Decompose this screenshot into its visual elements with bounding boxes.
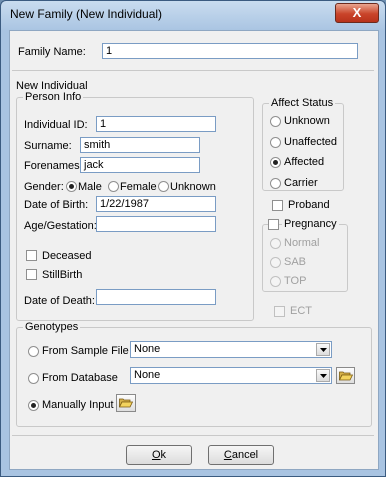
affect-unaffected-label[interactable]: Unaffected	[284, 136, 337, 148]
pregnancy-normal-radio[interactable]	[270, 238, 281, 249]
divider-top	[12, 70, 374, 71]
close-icon[interactable]: X	[353, 5, 362, 20]
individual-id-label: Individual ID:	[24, 119, 88, 131]
folder-open-icon	[339, 371, 353, 381]
gender-female-radio[interactable]	[108, 181, 119, 192]
genotypes-legend: Genotypes	[23, 321, 81, 333]
from-sample-file-radio[interactable]	[28, 346, 39, 357]
sample-file-dropdown[interactable]: None	[130, 341, 332, 358]
affect-affected-label[interactable]: Affected	[284, 156, 324, 168]
forenames-input[interactable]: jack	[80, 157, 200, 173]
stillbirth-checkbox[interactable]	[26, 269, 37, 280]
proband-label[interactable]: Proband	[288, 199, 330, 211]
deceased-checkbox[interactable]	[26, 250, 37, 261]
proband-checkbox[interactable]	[272, 200, 283, 211]
dob-label: Date of Birth:	[24, 199, 89, 211]
title-bar[interactable]: New Family (New Individual) X	[1, 1, 385, 27]
individual-id-input[interactable]: 1	[96, 116, 216, 132]
pregnancy-sab-radio[interactable]	[270, 257, 281, 268]
pregnancy-checkbox[interactable]	[268, 219, 279, 230]
family-name-input[interactable]: 1	[102, 43, 358, 59]
from-sample-file-label[interactable]: From Sample File	[42, 345, 129, 357]
gender-label: Gender:	[24, 181, 64, 193]
family-name-label: Family Name:	[18, 46, 86, 58]
deceased-label[interactable]: Deceased	[42, 250, 92, 262]
sample-file-value: None	[134, 343, 161, 355]
gender-male-label[interactable]: Male	[78, 181, 102, 193]
manual-input-browse-button[interactable]	[116, 394, 136, 412]
surname-input[interactable]: smith	[80, 137, 200, 153]
person-info-legend: Person Info	[23, 91, 84, 103]
ok-accelerator: O	[151, 449, 161, 461]
manually-input-radio[interactable]	[28, 400, 39, 411]
database-dropdown[interactable]: None	[130, 367, 332, 384]
gender-male-radio[interactable]	[66, 181, 77, 192]
window-title: New Family (New Individual)	[10, 7, 163, 21]
folder-open-icon	[119, 398, 133, 408]
pregnancy-top-label[interactable]: TOP	[284, 275, 306, 287]
database-browse-button[interactable]	[336, 367, 355, 384]
pregnancy-normal-label[interactable]: Normal	[284, 237, 319, 249]
cancel-label: ancel	[231, 449, 259, 461]
pregnancy-top-radio[interactable]	[270, 276, 281, 287]
dialog-client-area: Family Name: 1 New Individual Person Inf…	[9, 30, 379, 470]
gender-unknown-radio[interactable]	[158, 181, 169, 192]
ect-label[interactable]: ECT	[290, 305, 312, 317]
forenames-label: Forenames:	[24, 160, 83, 172]
dob-input[interactable]: 1/22/1987	[96, 196, 216, 212]
close-button[interactable]: X	[335, 3, 379, 23]
stillbirth-label[interactable]: StillBirth	[42, 269, 82, 281]
affect-affected-radio[interactable]	[270, 157, 281, 168]
dialog-window: New Family (New Individual) X Family Nam…	[0, 0, 386, 477]
affect-carrier-label[interactable]: Carrier	[284, 177, 318, 189]
cancel-button[interactable]: Cancel	[208, 445, 274, 465]
from-database-radio[interactable]	[28, 373, 39, 384]
gender-unknown-label[interactable]: Unknown	[170, 181, 216, 193]
ok-button[interactable]: Ok	[126, 445, 192, 465]
pregnancy-sab-label[interactable]: SAB	[284, 256, 306, 268]
pregnancy-label[interactable]: Pregnancy	[282, 218, 339, 230]
age-gestation-input[interactable]	[96, 216, 216, 232]
cancel-accelerator: C	[223, 449, 232, 461]
affect-unknown-radio[interactable]	[270, 116, 281, 127]
divider-bottom	[12, 435, 374, 436]
ok-label: k	[160, 449, 167, 461]
date-of-death-input[interactable]	[96, 289, 216, 305]
affect-status-legend: Affect Status	[269, 97, 336, 109]
database-value: None	[134, 369, 161, 381]
chevron-down-icon[interactable]	[316, 343, 330, 356]
date-of-death-label: Date of Death:	[24, 295, 95, 307]
ect-checkbox[interactable]	[274, 306, 285, 317]
affect-unknown-label[interactable]: Unknown	[284, 115, 330, 127]
affect-carrier-radio[interactable]	[270, 178, 281, 189]
from-database-label[interactable]: From Database	[42, 372, 118, 384]
affect-unaffected-radio[interactable]	[270, 137, 281, 148]
chevron-down-icon[interactable]	[316, 369, 330, 382]
gender-female-label[interactable]: Female	[120, 181, 157, 193]
age-gestation-label: Age/Gestation:	[24, 220, 97, 232]
manually-input-label[interactable]: Manually Input	[42, 399, 114, 411]
surname-label: Surname:	[24, 140, 72, 152]
